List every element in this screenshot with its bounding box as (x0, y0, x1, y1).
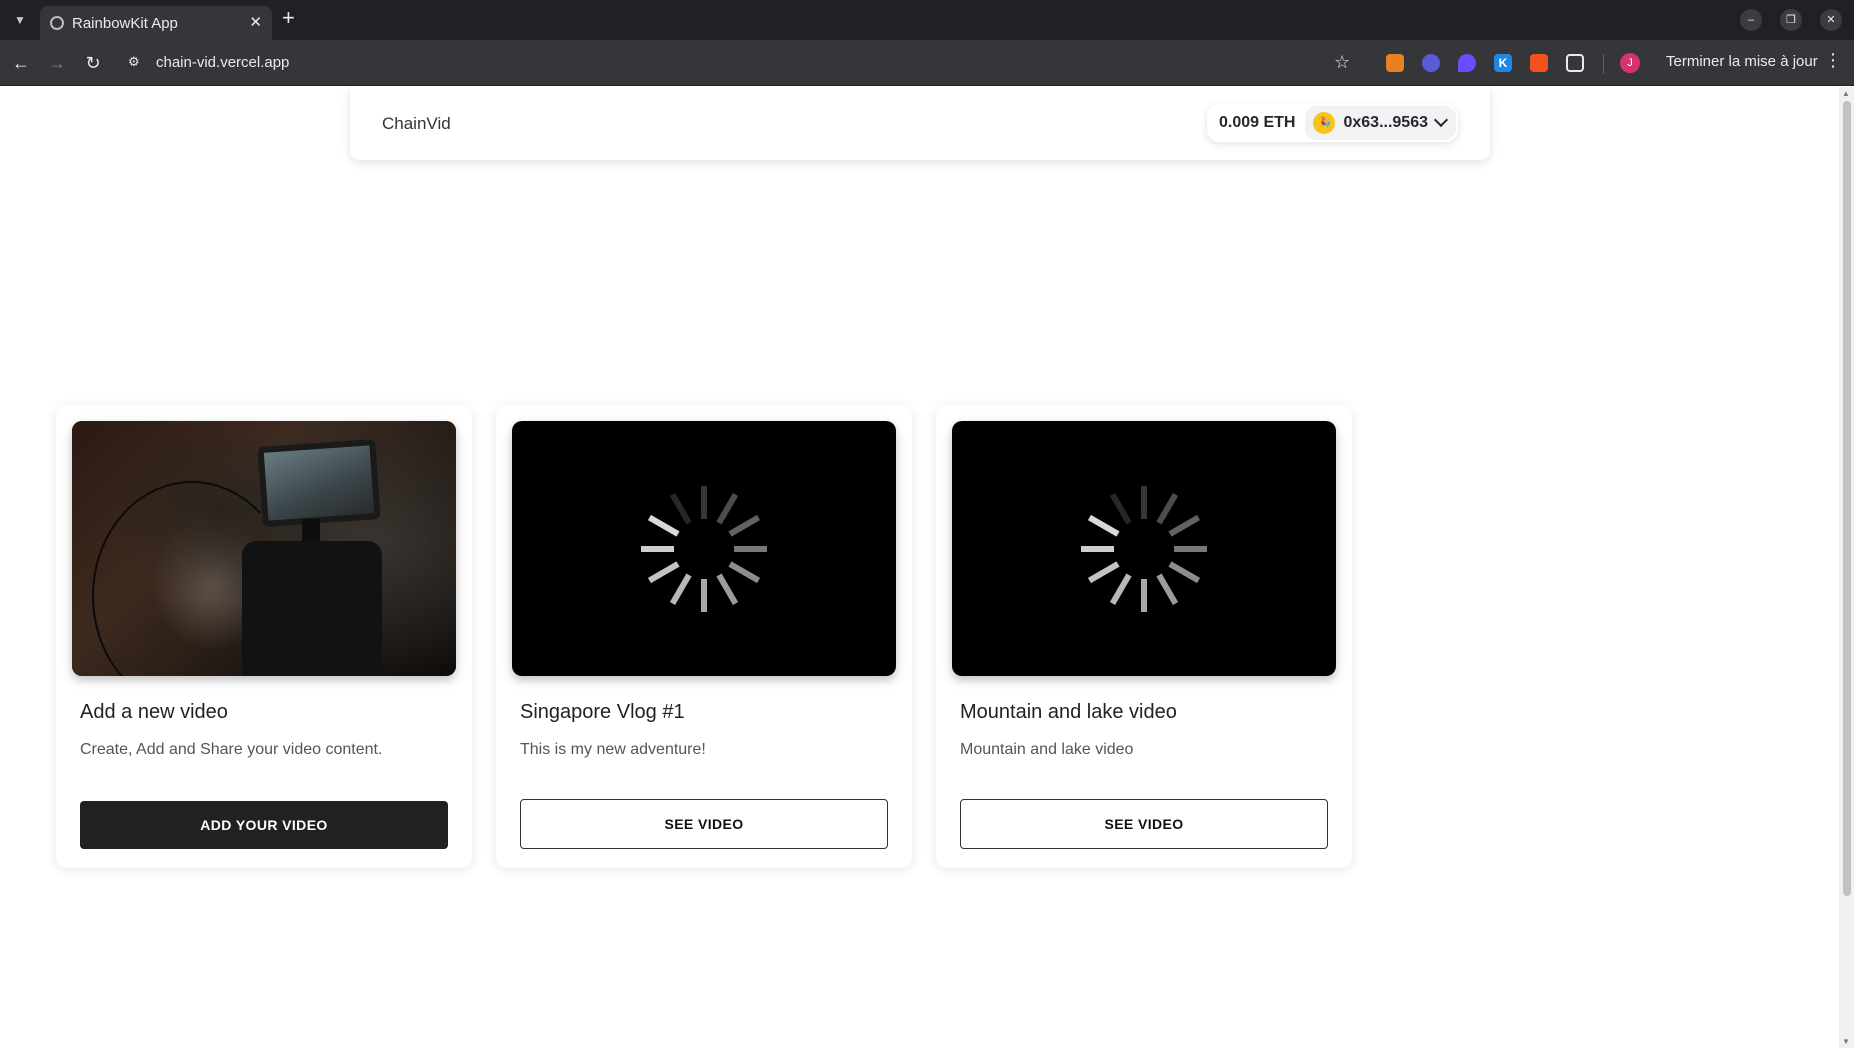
restore-window-icon[interactable]: ❐ (1780, 9, 1802, 31)
spinner-spoke (669, 492, 692, 525)
browser-tab-bar: ▼ RainbowKit App ✕ + – ❐ ✕ (0, 0, 1854, 40)
video-thumbnail[interactable] (952, 421, 1336, 676)
minimize-window-icon[interactable]: – (1740, 9, 1762, 31)
camera-body (242, 541, 382, 676)
bookmark-star-icon[interactable]: ☆ (1334, 52, 1350, 73)
scroll-up-icon[interactable]: ▲ (1842, 89, 1850, 98)
spinner-spoke (728, 514, 761, 537)
tab-search-chevron-icon[interactable]: ▼ (8, 8, 32, 32)
account-button[interactable]: 🎉 0x63...9563 (1305, 106, 1456, 140)
add-video-button[interactable]: ADD YOUR VIDEO (80, 801, 448, 849)
puzzle-star-icon[interactable] (1422, 54, 1440, 72)
browser-toolbar: ← → ↻ ⚙ chain-vid.vercel.app ☆ K J Termi… (0, 40, 1854, 86)
toolbar-divider (1603, 54, 1604, 74)
close-tab-icon[interactable]: ✕ (249, 13, 262, 31)
spinner-spoke (1109, 573, 1132, 606)
back-arrow-icon[interactable]: ← (8, 50, 34, 76)
wallet-connect-button[interactable]: 0.009 ETH 🎉 0x63...9563 (1206, 104, 1458, 142)
reload-icon[interactable]: ↻ (80, 50, 106, 76)
spinner-spoke (1168, 514, 1201, 537)
page-scrollbar[interactable]: ▲ ▼ (1839, 87, 1854, 1048)
video-card-singapore: Singapore Vlog #1 This is my new adventu… (496, 405, 912, 868)
chevron-down-icon (1433, 112, 1449, 128)
globe-icon (50, 16, 64, 30)
see-video-button[interactable]: SEE VIDEO (960, 799, 1328, 849)
card-title: Add a new video (80, 701, 228, 723)
site-info-icon[interactable]: ⚙ (128, 54, 144, 70)
close-window-icon[interactable]: ✕ (1820, 9, 1842, 31)
spinner-spoke (716, 573, 739, 606)
brand-name[interactable]: ChainVid (382, 114, 451, 134)
tab-title: RainbowKit App (72, 15, 178, 32)
app-header: ChainVid 0.009 ETH 🎉 0x63...9563 (350, 87, 1490, 160)
loading-spinner-icon (641, 486, 767, 612)
camera-photo-thumbnail (72, 421, 456, 676)
spinner-spoke (1156, 492, 1179, 525)
scroll-thumb[interactable] (1843, 101, 1851, 896)
forward-arrow-icon[interactable]: → (44, 50, 70, 76)
metamask-icon[interactable] (1386, 54, 1404, 72)
spinner-spoke (1168, 561, 1201, 584)
crescent-icon[interactable] (1458, 54, 1476, 72)
eth-balance[interactable]: 0.009 ETH (1207, 114, 1305, 132)
card-description: Mountain and lake video (960, 741, 1134, 758)
more-menu-icon[interactable]: ⋮ (1824, 50, 1842, 71)
account-address: 0x63...9563 (1343, 114, 1428, 131)
spinner-spoke (1087, 514, 1120, 537)
spinner-spoke (647, 561, 680, 584)
spinner-spoke (1156, 573, 1179, 606)
card-description: Create, Add and Share your video content… (80, 741, 383, 758)
card-title: Singapore Vlog #1 (520, 701, 685, 723)
k-icon[interactable]: K (1494, 54, 1512, 72)
new-tab-plus-icon[interactable]: + (282, 5, 295, 31)
extensions-icon[interactable] (1566, 54, 1584, 72)
address-bar[interactable]: chain-vid.vercel.app (156, 54, 289, 71)
card-title: Mountain and lake video (960, 701, 1177, 723)
see-video-button[interactable]: SEE VIDEO (520, 799, 888, 849)
spinner-spoke (647, 514, 680, 537)
video-thumbnail[interactable] (512, 421, 896, 676)
fox-icon[interactable] (1530, 54, 1548, 72)
account-avatar-icon: 🎉 (1313, 112, 1336, 134)
video-card-mountain: Mountain and lake video Mountain and lak… (936, 405, 1352, 868)
spinner-spoke (1109, 492, 1132, 525)
card-description: This is my new adventure! (520, 741, 706, 758)
page-viewport: ChainVid 0.009 ETH 🎉 0x63...9563 Add a n… (0, 87, 1854, 1048)
browser-tab-active[interactable]: RainbowKit App ✕ (40, 6, 272, 40)
camera-monitor (257, 438, 381, 528)
spinner-spoke (728, 561, 761, 584)
spinner-spoke (669, 573, 692, 606)
profile-avatar[interactable]: J (1620, 53, 1640, 73)
spinner-spoke (716, 492, 739, 525)
scroll-down-icon[interactable]: ▼ (1842, 1037, 1850, 1046)
spinner-spoke (1087, 561, 1120, 584)
update-button[interactable]: Terminer la mise à jour (1666, 53, 1818, 70)
loading-spinner-icon (1081, 486, 1207, 612)
camera-photo-image (72, 421, 456, 676)
video-card-add: Add a new video Create, Add and Share yo… (56, 405, 472, 868)
